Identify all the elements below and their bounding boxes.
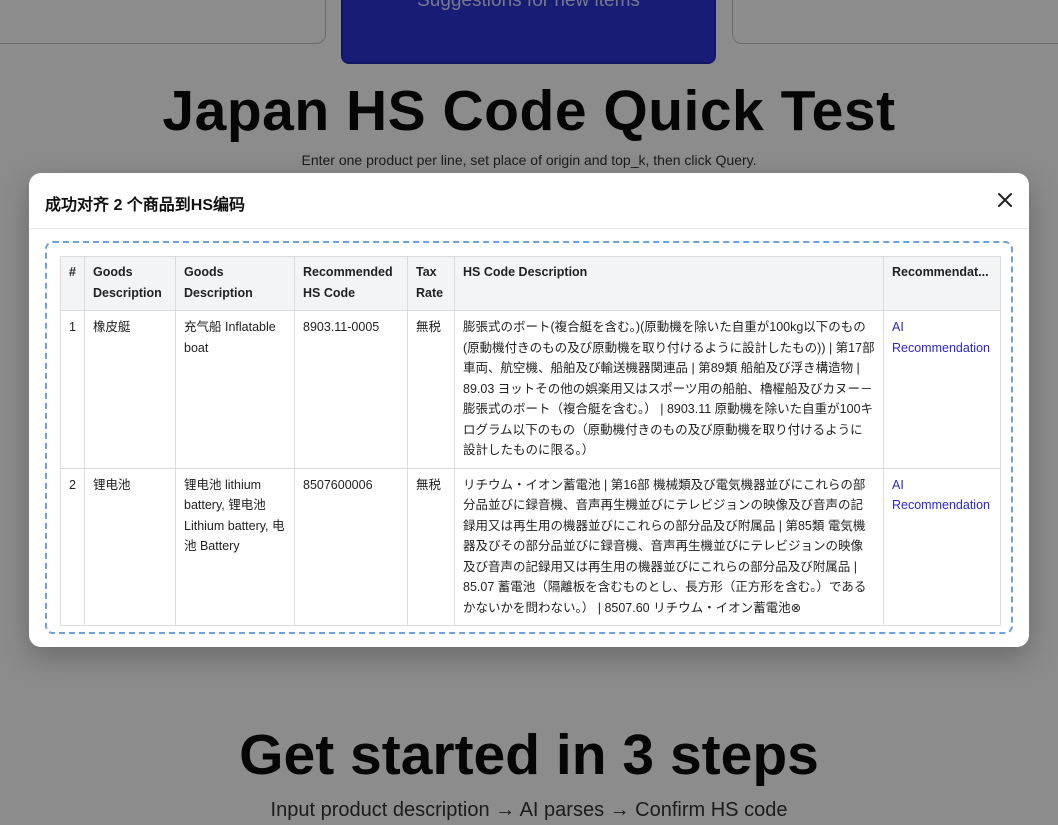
cell-goods-description-2: 充气船 Inflatable boat xyxy=(175,310,295,469)
column-header-goods-description: Goods Description xyxy=(84,256,176,311)
cell-hs-description: リチウム・イオン蓄電池 | 第16部 機械類及び電気機器並びにこれらの部分品並び… xyxy=(454,467,884,626)
cell-recommendation: AI Recommendation xyxy=(883,467,1001,626)
column-header-tax-rate: Tax Rate xyxy=(407,256,455,311)
modal-title: 成功对齐 2 个商品到HS编码 xyxy=(45,197,246,214)
cell-index: 1 xyxy=(60,310,85,469)
cell-hs-code: 8903.11-0005 xyxy=(294,310,408,469)
column-header-hs-code: Recommended HS Code xyxy=(294,256,408,311)
cell-recommendation: AI Recommendation xyxy=(883,310,1001,469)
column-header-hs-description: HS Code Description xyxy=(454,256,884,311)
cell-tax-rate: 無税 xyxy=(407,310,455,469)
column-header-index: # xyxy=(60,256,85,311)
cell-hs-description: 膨張式のボート(複合艇を含む。)(原動機を除いた自重が100kg以下のもの(原動… xyxy=(454,310,884,469)
table-row: 1 橡皮艇 充气船 Inflatable boat 8903.11-0005 無… xyxy=(60,310,1001,469)
cell-goods-description-2: 锂电池 lithium battery, 锂电池 Lithium battery… xyxy=(175,467,295,626)
column-header-goods-description-2: Goods Description xyxy=(175,256,295,311)
results-container: # Goods Description Goods Description Re… xyxy=(45,241,1013,634)
column-header-recommendation: Recommendat... xyxy=(883,256,1001,311)
table-row: 2 锂电池 锂电池 lithium battery, 锂电池 Lithium b… xyxy=(60,467,1001,626)
table-header-row: # Goods Description Goods Description Re… xyxy=(60,256,1001,311)
results-table: # Goods Description Goods Description Re… xyxy=(60,256,1001,626)
close-button[interactable] xyxy=(995,190,1015,210)
cell-goods-description: 橡皮艇 xyxy=(84,310,176,469)
cell-tax-rate: 無税 xyxy=(407,467,455,626)
ai-recommendation-link[interactable]: AI Recommendation xyxy=(892,320,990,355)
ai-recommendation-link[interactable]: AI Recommendation xyxy=(892,478,990,513)
cell-hs-code: 8507600006 xyxy=(294,467,408,626)
results-modal: 成功对齐 2 个商品到HS编码 # Goods Description Good… xyxy=(29,173,1029,647)
cell-goods-description: 锂电池 xyxy=(84,467,176,626)
modal-header: 成功对齐 2 个商品到HS编码 xyxy=(29,173,1029,229)
close-icon xyxy=(998,193,1012,207)
cell-index: 2 xyxy=(60,467,85,626)
